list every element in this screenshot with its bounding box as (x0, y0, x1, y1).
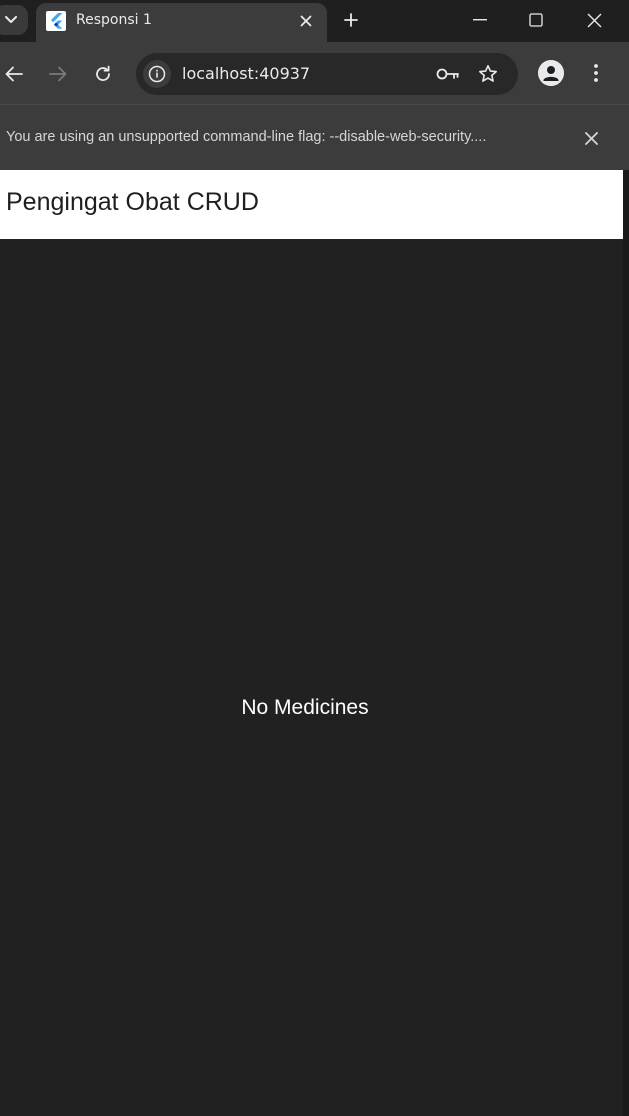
browser-toolbar: localhost:40937 (0, 42, 629, 104)
plus-icon (344, 13, 358, 27)
close-icon (584, 131, 598, 145)
address-bar[interactable]: localhost:40937 (136, 53, 518, 95)
page-body: No Medicines (0, 239, 623, 1116)
tab-strip: Responsi 1 (0, 0, 629, 42)
site-info-button[interactable] (143, 60, 171, 88)
forward-button[interactable] (44, 60, 72, 88)
tab-close-button[interactable] (294, 9, 318, 33)
minimize-icon (473, 19, 487, 21)
key-icon (436, 68, 459, 80)
flutter-logo-icon (46, 11, 66, 31)
url-text[interactable]: localhost:40937 (182, 64, 310, 83)
star-icon (479, 65, 497, 82)
password-key-button[interactable] (434, 62, 462, 86)
back-arrow-icon (5, 66, 23, 82)
forward-arrow-icon (49, 66, 67, 82)
tab-search-button[interactable] (0, 5, 28, 35)
info-icon (148, 65, 166, 83)
window-edge (623, 170, 629, 1116)
close-icon (300, 15, 312, 27)
infobar-message: You are using an unsupported command-lin… (6, 129, 487, 145)
browser-menu-button[interactable] (583, 60, 609, 86)
bookmark-button[interactable] (474, 61, 502, 87)
reload-icon (96, 65, 110, 81)
profile-avatar-icon (538, 60, 564, 86)
app-bar: Pengingat Obat CRUD (0, 170, 623, 239)
tab-active[interactable]: Responsi 1 (36, 3, 327, 42)
close-icon (587, 13, 601, 27)
minimize-button[interactable] (452, 0, 508, 40)
page-title: Pengingat Obat CRUD (6, 188, 259, 216)
tab-title: Responsi 1 (76, 12, 152, 28)
kebab-menu-icon (594, 64, 598, 82)
back-button[interactable] (0, 60, 28, 88)
warning-infobar: You are using an unsupported command-lin… (0, 104, 629, 170)
browser-window: Responsi 1 localhost:40937 You are using… (0, 0, 629, 1116)
infobar-close-button[interactable] (578, 125, 604, 151)
maximize-button[interactable] (508, 0, 564, 40)
empty-state-text: No Medicines (241, 696, 369, 719)
new-tab-button[interactable] (338, 7, 364, 33)
chevron-down-icon (5, 16, 17, 23)
profile-button[interactable] (538, 60, 564, 86)
reload-button[interactable] (89, 60, 117, 88)
maximize-icon (529, 13, 543, 27)
window-close-button[interactable] (566, 0, 622, 40)
